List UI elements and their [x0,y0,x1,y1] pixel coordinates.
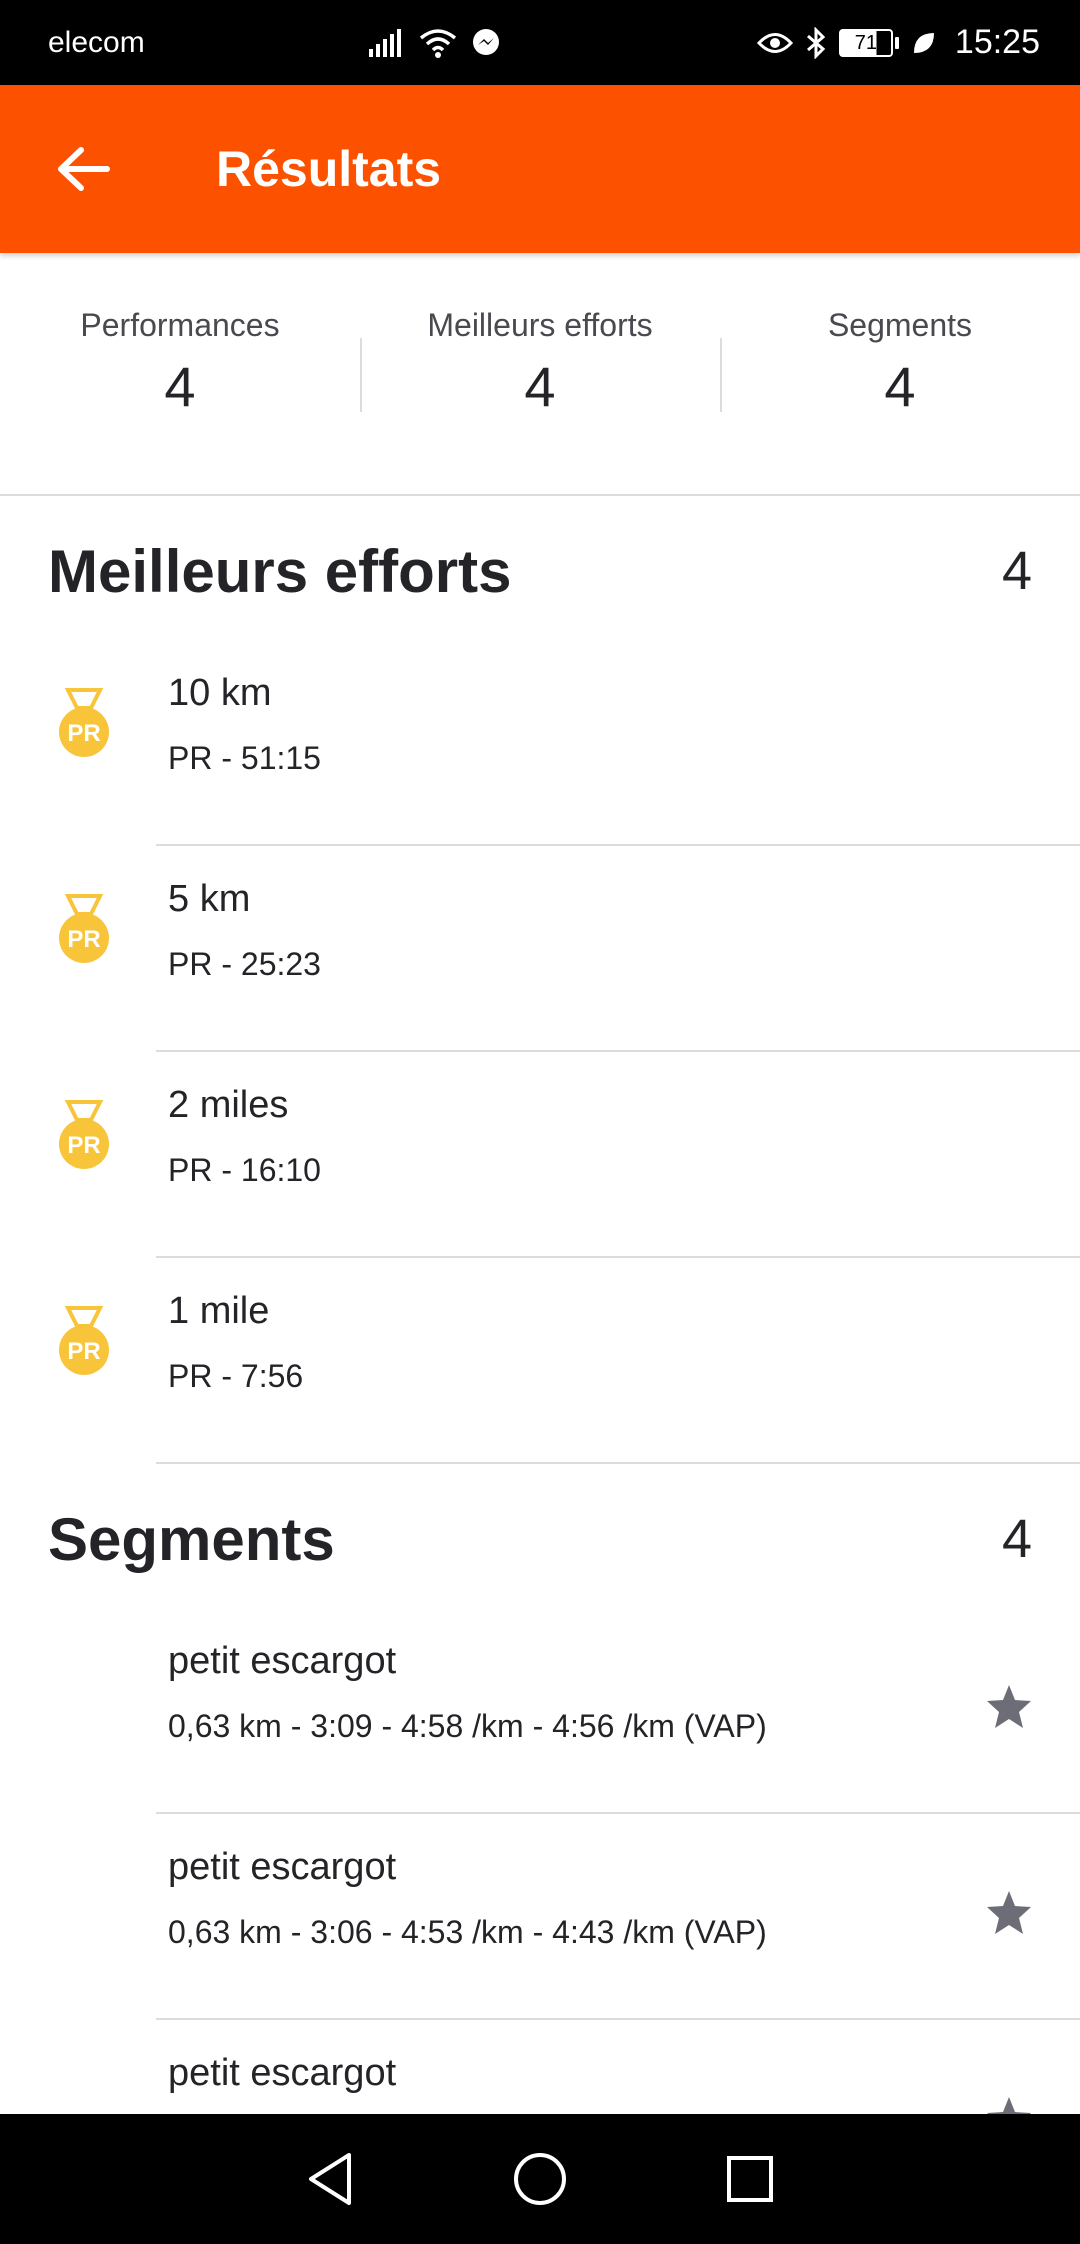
best-effort-item[interactable]: PR 10 km PR - 51:15 [0,640,1080,846]
battery-icon: 71 [838,28,899,57]
status-left: elecom [48,26,501,60]
item-title: 1 mile [168,1290,270,1332]
square-recents-icon [727,2156,773,2202]
stat-value: 4 [524,355,556,418]
pr-medal-icon: PR [59,894,109,963]
item-title: petit escargot [168,1846,397,1888]
stat-value: 4 [884,355,916,418]
pr-medal-icon: PR [59,1306,109,1375]
signal-icon [368,28,401,57]
status-right: 71 15:25 [756,23,1040,62]
eye-icon [756,32,793,53]
svg-text:PR: PR [67,1132,100,1159]
system-nav-bar [0,2114,1080,2244]
stat-segments: Segments 4 [720,253,1080,419]
pr-medal-icon: PR [59,1100,109,1169]
item-subtitle: PR - 16:10 [168,1152,321,1188]
wifi-icon [419,28,456,58]
nav-back-button[interactable] [300,2149,360,2209]
page-title: Résultats [216,141,442,197]
app-bar: Résultats [0,85,1080,253]
carrier-name: elecom [48,25,145,59]
triangle-back-icon [309,2153,351,2205]
stat-label: Meilleurs efforts [427,307,653,343]
item-title: 2 miles [168,1084,289,1126]
svg-text:PR: PR [67,1338,100,1365]
nav-recents-button[interactable] [720,2149,780,2209]
battery-level: 71 [838,28,893,57]
stat-value: 4 [164,355,196,418]
stats-summary: Performances 4 Meilleurs efforts 4 Segme… [0,253,1080,496]
star-icon[interactable] [984,1682,1034,1732]
section-title: Segments [48,1505,335,1573]
item-subtitle: PR - 51:15 [168,740,321,776]
segment-item[interactable]: petit escargot 0,63 km - 3:09 - 4:58 /km… [0,1608,1080,1814]
pr-medal-icon: PR [59,688,109,757]
star-icon[interactable] [984,1888,1034,1938]
svg-text:PR: PR [67,926,100,953]
svg-text:PR: PR [67,720,100,747]
item-title: petit escargot [168,1640,397,1682]
arrow-left-icon [58,147,110,191]
section-title: Meilleurs efforts [48,537,512,605]
item-subtitle: PR - 7:56 [168,1358,304,1394]
bluetooth-icon [806,26,826,59]
item-title: 5 km [168,878,251,920]
stat-performances: Performances 4 [0,253,360,419]
stat-label: Segments [827,307,973,343]
nav-home-button[interactable] [510,2149,570,2209]
status-bar: elecom 71 15:25 [0,0,1080,85]
item-subtitle: PR - 25:23 [168,946,321,982]
back-button[interactable] [0,85,168,253]
stat-best-efforts: Meilleurs efforts 4 [360,253,720,419]
stat-label: Performances [80,307,280,343]
item-subtitle: 0,63 km - 3:09 - 4:58 /km - 4:56 /km (VA… [168,1708,767,1744]
leaf-icon [913,32,934,53]
best-effort-item[interactable]: PR 5 km PR - 25:23 [0,846,1080,1052]
messenger-icon [472,28,499,55]
clock: 15:25 [954,23,1040,61]
section-count: 4 [1001,1509,1032,1569]
item-title: 10 km [168,672,272,714]
item-subtitle: 0,63 km - 3:06 - 4:53 /km - 4:43 /km (VA… [168,1914,767,1950]
best-effort-item[interactable]: PR 1 mile PR - 7:56 [0,1258,1080,1464]
best-effort-item[interactable]: PR 2 miles PR - 16:10 [0,1052,1080,1258]
segments-header: Segments 4 [0,1464,1080,1614]
best-efforts-header: Meilleurs efforts 4 [0,496,1080,646]
segment-item[interactable]: petit escargot 0,63 km - 3:06 - 4:53 /km… [0,1814,1080,2020]
section-count: 4 [1001,541,1032,601]
circle-home-icon [514,2153,566,2205]
item-title: petit escargot [168,2052,397,2094]
